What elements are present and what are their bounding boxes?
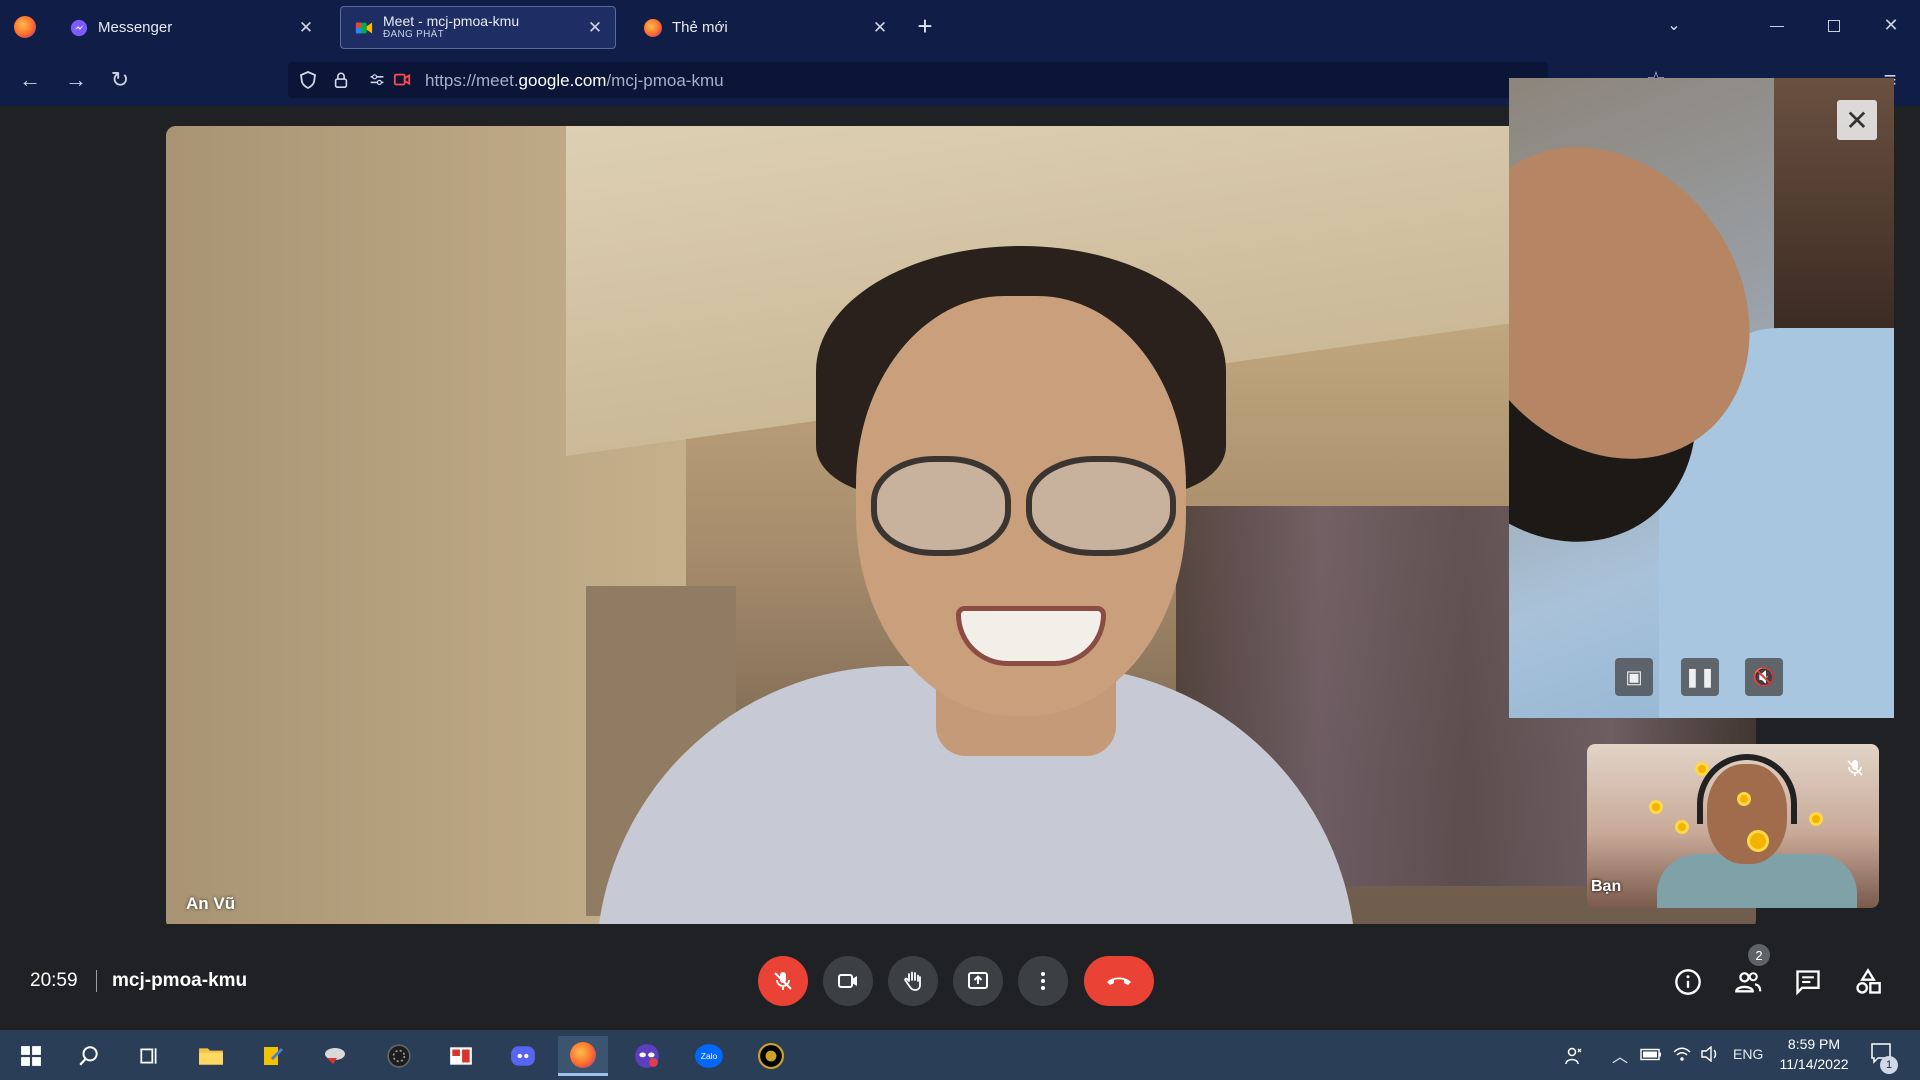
people-button[interactable] — [1732, 966, 1764, 998]
meeting-time: 20:59 — [30, 970, 78, 991]
firefox-icon[interactable] — [558, 1036, 608, 1076]
meeting-details-button[interactable] — [1672, 966, 1704, 998]
app-icon[interactable] — [746, 1036, 796, 1076]
chevron-down-icon[interactable]: ⌄ — [1662, 14, 1686, 38]
more-options-button[interactable] — [1018, 956, 1068, 1006]
mic-off-icon — [774, 972, 792, 990]
app-icon[interactable] — [622, 1036, 672, 1076]
new-tab-icon[interactable]: + — [912, 12, 938, 40]
picture-in-picture-window[interactable]: ✕ ▣ ❚❚ 🔇 — [1509, 78, 1894, 718]
mute-icon[interactable]: 🔇 — [1745, 658, 1783, 696]
close-window-icon[interactable]: ✕ — [1880, 14, 1902, 36]
exit-pip-icon[interactable]: ▣ — [1615, 658, 1653, 696]
info-icon — [1675, 969, 1701, 995]
more-vert-icon — [1041, 972, 1045, 990]
volume-icon[interactable] — [1700, 1045, 1720, 1065]
firefox-icon — [644, 18, 662, 37]
shapes-icon — [1856, 968, 1881, 994]
meet-stage: An Vũ ✕ ▣ ❚❚ 🔇 Bạn — [0, 78, 1920, 1030]
pause-icon[interactable]: ❚❚ — [1681, 658, 1719, 696]
self-video-tile[interactable]: Bạn — [1587, 744, 1879, 908]
file-explorer-icon[interactable] — [186, 1036, 236, 1076]
app-icon[interactable] — [436, 1036, 486, 1076]
messenger-icon — [70, 19, 88, 36]
app-icon[interactable] — [310, 1036, 360, 1076]
close-tab-icon[interactable]: ✕ — [294, 16, 318, 40]
wifi-icon[interactable] — [1672, 1046, 1692, 1065]
windows-taskbar: Zalo ︿ ENG 8:59 PM 11/14/2022 1 — [0, 1030, 1920, 1080]
discord-icon[interactable] — [498, 1036, 548, 1076]
notification-count-badge: 1 — [1880, 1056, 1898, 1074]
tab-title: Thẻ mới — [672, 19, 728, 36]
close-tab-icon[interactable]: ✕ — [868, 16, 892, 40]
back-icon[interactable]: ← — [16, 66, 44, 94]
mic-off-icon — [1847, 760, 1863, 776]
restore-icon[interactable] — [1828, 20, 1840, 32]
url-text[interactable]: https://meet.google.com/mcj-pmoa-kmu — [425, 71, 724, 91]
meet-control-bar: 20:59 mcj-pmoa-kmu 2 — [0, 924, 1920, 1030]
forward-icon[interactable]: → — [62, 66, 90, 94]
tab-title: Meet - mcj-pmoa-kmu — [383, 13, 520, 29]
url-domain: google.com — [518, 71, 607, 90]
tab-new[interactable]: Thẻ mới ✕ — [630, 6, 900, 49]
svg-text:Zalo: Zalo — [701, 1051, 718, 1061]
task-view-icon[interactable] — [124, 1036, 174, 1076]
system-clock-date[interactable]: 11/14/2022 — [1768, 1056, 1860, 1072]
tab-title: Messenger — [98, 19, 173, 36]
system-clock-time[interactable]: 8:59 PM — [1768, 1036, 1860, 1052]
meeting-code: mcj-pmoa-kmu — [112, 970, 248, 991]
chevron-up-icon[interactable]: ︿ — [1612, 1043, 1628, 1067]
tab-messenger[interactable]: Messenger ✕ — [56, 6, 326, 49]
battery-icon[interactable] — [1640, 1048, 1662, 1064]
url-prefix: https://meet. — [425, 71, 519, 90]
activities-button[interactable] — [1852, 966, 1884, 998]
browser-tab-bar: Messenger ✕ Meet - mcj-pmoa-kmu ĐANG PHÁ… — [0, 0, 1920, 54]
app-icon[interactable] — [248, 1036, 298, 1076]
hand-icon — [904, 971, 921, 991]
windows-start-icon[interactable] — [6, 1036, 56, 1076]
people-tray-icon[interactable] — [1564, 1046, 1584, 1069]
participant-name: An Vũ — [186, 894, 236, 913]
close-tab-icon[interactable]: ✕ — [583, 16, 607, 40]
lock-icon[interactable] — [332, 70, 350, 90]
chat-icon — [1796, 970, 1820, 996]
tab-meet[interactable]: Meet - mcj-pmoa-kmu ĐANG PHÁT ✕ — [340, 6, 616, 49]
camera-toggle-button[interactable] — [823, 956, 873, 1006]
microphone-toggle-button[interactable] — [758, 956, 808, 1006]
people-icon — [1735, 972, 1762, 993]
camera-sharing-icon[interactable] — [392, 71, 412, 89]
video-camera-icon — [838, 974, 857, 988]
address-bar[interactable]: https://meet.google.com/mcj-pmoa-kmu — [288, 62, 1548, 98]
shield-icon[interactable] — [298, 70, 318, 90]
leave-call-button[interactable] — [1084, 956, 1154, 1006]
hang-up-icon — [1107, 977, 1131, 985]
minimize-icon[interactable] — [1770, 26, 1784, 27]
reload-icon[interactable]: ↻ — [106, 66, 134, 94]
chat-button[interactable] — [1792, 966, 1824, 998]
close-icon[interactable]: ✕ — [1837, 100, 1877, 140]
self-label: Bạn — [1591, 878, 1622, 895]
app-icon[interactable] — [374, 1036, 424, 1076]
search-icon[interactable] — [64, 1036, 114, 1076]
participant-count-badge: 2 — [1748, 944, 1770, 966]
zalo-icon[interactable]: Zalo — [684, 1036, 734, 1076]
permissions-icon[interactable] — [368, 72, 386, 88]
present-screen-button[interactable] — [953, 956, 1003, 1006]
language-indicator[interactable]: ENG — [1733, 1046, 1763, 1062]
tab-playing-label: ĐANG PHÁT — [383, 28, 445, 40]
divider — [96, 970, 97, 992]
present-icon — [968, 972, 988, 989]
url-path: /mcj-pmoa-kmu — [606, 71, 724, 90]
google-meet-icon — [355, 22, 373, 33]
firefox-menu-icon[interactable] — [14, 16, 36, 38]
raise-hand-button[interactable] — [888, 956, 938, 1006]
